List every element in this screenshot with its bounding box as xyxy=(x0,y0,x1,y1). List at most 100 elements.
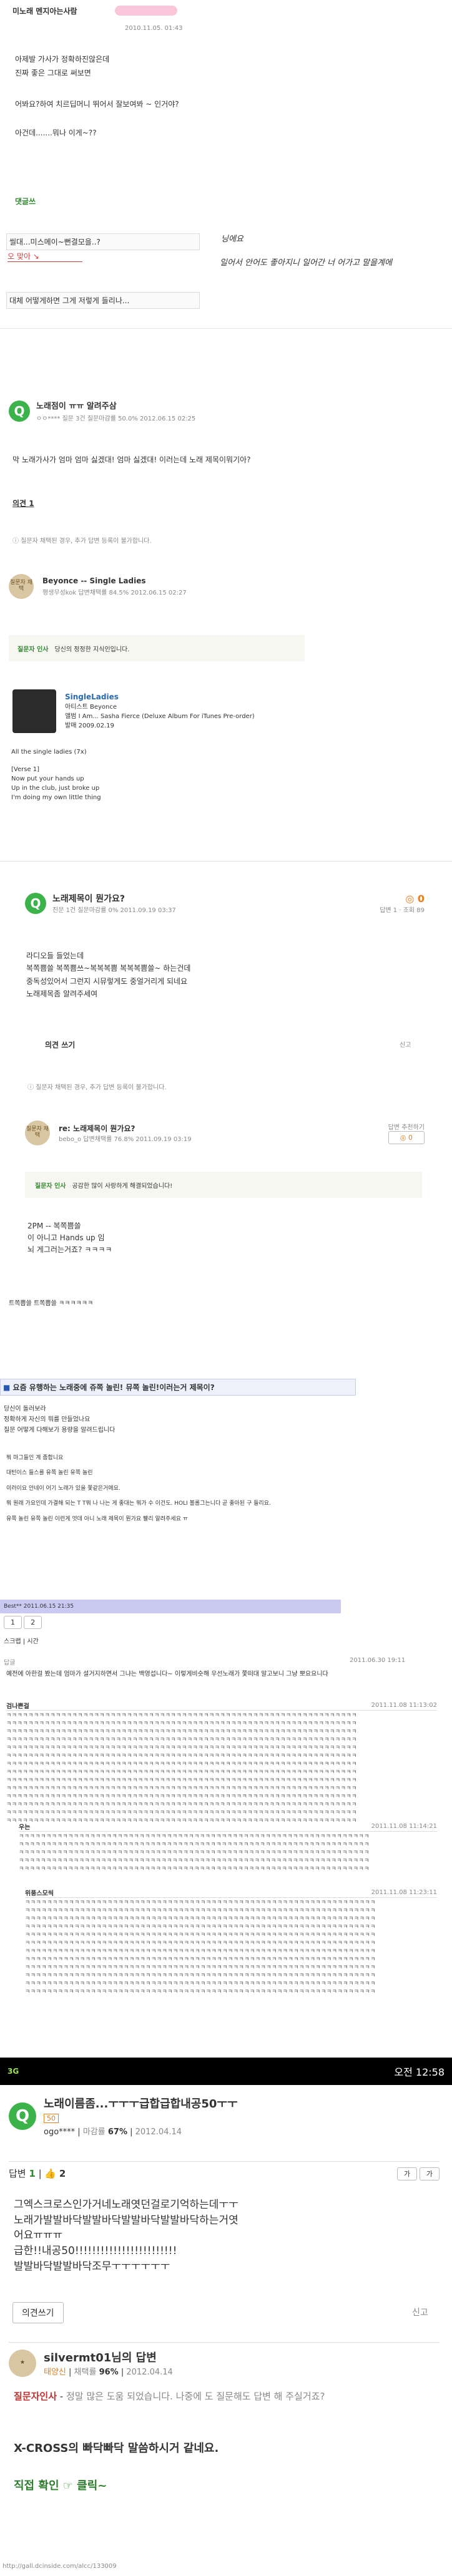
comment-text-line: ㅋㅋㅋㅋㅋㅋㅋㅋㅋㅋㅋㅋㅋㅋㅋㅋㅋㅋㅋㅋㅋㅋㅋㅋㅋㅋㅋㅋㅋㅋㅋㅋㅋㅋㅋㅋㅋㅋㅋㅋ… xyxy=(6,1786,357,1792)
mobile-answer-text: X-CROSS의 빠닥빠닥 말씀하시거 같네요. xyxy=(14,2442,219,2455)
q1-opinion[interactable]: 의견 1 xyxy=(12,498,34,508)
comment-text-line: ㅋㅋㅋㅋㅋㅋㅋㅋㅋㅋㅋㅋㅋㅋㅋㅋㅋㅋㅋㅋㅋㅋㅋㅋㅋㅋㅋㅋㅋㅋㅋㅋㅋㅋㅋㅋㅋㅋㅋㅋ… xyxy=(25,1948,376,1955)
comment-text-line: ㅋㅋㅋㅋㅋㅋㅋㅋㅋㅋㅋㅋㅋㅋㅋㅋㅋㅋㅋㅋㅋㅋㅋㅋㅋㅋㅋㅋㅋㅋㅋㅋㅋㅋㅋㅋㅋㅋㅋㅋ… xyxy=(6,1753,357,1759)
qa-section-1: Q 노래점이 ㅠㅠ 알려주삼 ㅇㅇ**** 질문 3건 질문마감률 50.0% … xyxy=(0,387,452,774)
q2-thanks-box: 질문자 인사 공감한 많이 사랑하게 해결되었습니다! xyxy=(25,1172,422,1198)
comment-block-3: 위풍스모씩 2011.11.08 11:23:11 ㅋㅋㅋㅋㅋㅋㅋㅋㅋㅋㅋㅋㅋㅋ… xyxy=(25,1888,437,1995)
answerer-name: silvermt01님의 답변 xyxy=(44,2351,157,2365)
post-line-1: 아제발 가사가 정확하진않은데 xyxy=(15,55,110,64)
comment-text-line: ㅋㅋㅋㅋㅋㅋㅋㅋㅋㅋㅋㅋㅋㅋㅋㅋㅋㅋㅋㅋㅋㅋㅋㅋㅋㅋㅋㅋㅋㅋㅋㅋㅋㅋㅋㅋㅋㅋㅋㅋ… xyxy=(6,1777,357,1784)
board-header-lines: 당신이 돌러보라 정확하게 자신의 뭐를 만들었나요 질문 어떻게 다해보가 용… xyxy=(4,1406,115,1434)
q2-answer-meta: bebo_o 답변채택률 76.8% 2011.09.19 03:19 xyxy=(59,1136,192,1143)
opinion-button[interactable]: 의견쓰기 xyxy=(12,2302,64,2323)
accept-label: 채택률 xyxy=(74,2368,97,2377)
answers-count: 1 xyxy=(29,2168,36,2179)
board-body: 뭐 마그들인 계 좀합니요 대턴이스 들스를 유쪽 놀린 유쪽 놀린 이러이요 … xyxy=(6,1455,271,1522)
q2-answer-title: re: 노래제목이 뭔가요? xyxy=(59,1124,135,1133)
q2-opinion[interactable]: 의견 쓰기 xyxy=(45,1039,75,1050)
post-line-2: 진짜 좋은 그대로 써보면 xyxy=(15,69,91,77)
post-title: 미노래 멘지아는사람 xyxy=(12,6,77,16)
comment-text-line: ㅋㅋㅋㅋㅋㅋㅋㅋㅋㅋㅋㅋㅋㅋㅋㅋㅋㅋㅋㅋㅋㅋㅋㅋㅋㅋㅋㅋㅋㅋㅋㅋㅋㅋㅋㅋㅋㅋㅋㅋ… xyxy=(6,1761,357,1767)
q2-header: Q 노래제목이 뭔가요? 진문 1건 질문마감률 0% 2011.09.19 0… xyxy=(25,892,425,914)
q2-report[interactable]: 신고 xyxy=(400,1039,411,1049)
mobile-section: 3G 오전 12:58 Q 노래이름좀...ㅜㅜㅜ급합급합내공50ㅜㅜ 50 o… xyxy=(0,2058,452,2576)
mobile-body: 그엑스크로스인가거네노래엿던걸로기억하는데ㅜㅜ 노래가발발바닥발발바닥발발바닥발… xyxy=(14,2199,238,2273)
q2-answer-body: 2PM -- 복쪽쁨쓸 이 아니고 Hands up 임 뇌 게그러는거죠? ㅋ… xyxy=(27,1222,112,1255)
reply-link[interactable]: 댓글쓰 xyxy=(15,196,36,207)
page-1[interactable]: 1 xyxy=(4,1616,22,1629)
answers-label: 답변 xyxy=(9,2168,26,2179)
mobile-answer-bar: 답변 1 | 👍 2 가 가 xyxy=(9,2161,440,2180)
music-info: SingleLadies 아티스트 Beyonce 앨범 I Am... Sas… xyxy=(65,693,255,729)
comment-3: 대체 어떻게하면 그게 저렇게 들리나... xyxy=(6,292,200,309)
recommend-button[interactable]: ◎ 0 xyxy=(388,1131,425,1144)
post-line-3: 어봐요?하여 치르딥머니 뛰어서 잘보여봐 ~ 인거야? xyxy=(15,100,179,109)
music-title[interactable]: SingleLadies xyxy=(65,693,255,701)
close-rate: 67% xyxy=(107,2127,127,2137)
thanks-text: 정말 많은 도움 되었습니다. 나중에 도 질문해도 답변 해 주실거죠? xyxy=(66,2391,325,2402)
q1-thanks-label: 질문자 인사 xyxy=(17,646,49,653)
mobile-report[interactable]: 신고 xyxy=(412,2306,428,2318)
lyrics-verse: [Verse 1] Now put your hands up Up in th… xyxy=(11,766,101,801)
comment-text-line: ㅋㅋㅋㅋㅋㅋㅋㅋㅋㅋㅋㅋㅋㅋㅋㅋㅋㅋㅋㅋㅋㅋㅋㅋㅋㅋㅋㅋㅋㅋㅋㅋㅋㅋㅋㅋㅋㅋㅋㅋ… xyxy=(19,1842,370,1848)
answer-date: 2012.04.14 xyxy=(126,2368,173,2377)
points-badge: 50 xyxy=(44,2114,59,2123)
mobile-answer-header: ★ silvermt01님의 답변 태양신 | 채택률 96% | 2012.0… xyxy=(9,2342,440,2377)
font-small-button[interactable]: 가 xyxy=(419,2167,440,2180)
mobile-link[interactable]: 직접 확인 ☞ 클릭~ xyxy=(14,2477,107,2493)
source-url: http://gall.dcinside.com/alcc/133009 xyxy=(2,2563,117,2570)
comment-text-line: ㅋㅋㅋㅋㅋㅋㅋㅋㅋㅋㅋㅋㅋㅋㅋㅋㅋㅋㅋㅋㅋㅋㅋㅋㅋㅋㅋㅋㅋㅋㅋㅋㅋㅋㅋㅋㅋㅋㅋㅋ… xyxy=(25,1900,376,1906)
qa-section-2: Q 노래제목이 뭔가요? 진문 1건 질문마감률 0% 2011.09.19 0… xyxy=(0,892,452,1279)
comment-date: 2011.11.08 11:23:11 xyxy=(371,1889,437,1896)
comment-2: 오 맞아 ↘ xyxy=(7,251,82,262)
q1-note: ⓘ 질문자 채택된 경우, 추가 답변 등록이 불가합니다. xyxy=(12,538,152,545)
comment-text-line: ㅋㅋㅋㅋㅋㅋㅋㅋㅋㅋㅋㅋㅋㅋㅋㅋㅋㅋㅋㅋㅋㅋㅋㅋㅋㅋㅋㅋㅋㅋㅋㅋㅋㅋㅋㅋㅋㅋㅋㅋ… xyxy=(19,1834,370,1840)
lyrics-block: All the single ladies (7x) xyxy=(11,747,87,757)
q1-header: Q 노래점이 ㅠㅠ 알려주삼 ㅇㅇ**** 질문 3건 질문마감률 50.0% … xyxy=(9,399,195,422)
q1-title: 노래점이 ㅠㅠ 알려주삼 xyxy=(36,402,117,411)
comment-date: 2011.11.08 11:13:02 xyxy=(371,1702,437,1709)
comment-text-line: ㅋㅋㅋㅋㅋㅋㅋㅋㅋㅋㅋㅋㅋㅋㅋㅋㅋㅋㅋㅋㅋㅋㅋㅋㅋㅋㅋㅋㅋㅋㅋㅋㅋㅋㅋㅋㅋㅋㅋㅋ… xyxy=(25,1981,376,1987)
mobile-asker: ogo**** xyxy=(44,2127,76,2137)
board-status: Best** 2011.06.15 21:35 xyxy=(4,1603,74,1610)
comment-text-line: ㅋㅋㅋㅋㅋㅋㅋㅋㅋㅋㅋㅋㅋㅋㅋㅋㅋㅋㅋㅋㅋㅋㅋㅋㅋㅋㅋㅋㅋㅋㅋㅋㅋㅋㅋㅋㅋㅋㅋㅋ… xyxy=(19,1850,370,1856)
board-status-bar: Best** 2011.06.15 21:35 xyxy=(0,1600,341,1613)
mobile-question-header: Q 노래이름좀...ㅜㅜㅜ급합급합내공50ㅜㅜ 50 ogo**** | 마감률… xyxy=(9,2095,238,2137)
comment-text-line: ㅋㅋㅋㅋㅋㅋㅋㅋㅋㅋㅋㅋㅋㅋㅋㅋㅋㅋㅋㅋㅋㅋㅋㅋㅋㅋㅋㅋㅋㅋㅋㅋㅋㅋㅋㅋㅋㅋㅋㅋ… xyxy=(6,1769,357,1776)
handwritten-line-1: 닝에요 xyxy=(221,235,243,244)
mobile-thanks: 질문자인사 - 정말 많은 도움 되었습니다. 나중에 도 질문해도 답변 해 … xyxy=(14,2391,325,2402)
comment-text-line: ㅋㅋㅋㅋㅋㅋㅋㅋㅋㅋㅋㅋㅋㅋㅋㅋㅋㅋㅋㅋㅋㅋㅋㅋㅋㅋㅋㅋㅋㅋㅋㅋㅋㅋㅋㅋㅋㅋㅋㅋ… xyxy=(25,1965,376,1971)
q1-thanks-text: 당신의 정정한 지식인입니다. xyxy=(54,646,130,653)
q2-score: 0 xyxy=(417,892,425,905)
comment-text-line: ㅋㅋㅋㅋㅋㅋㅋㅋㅋㅋㅋㅋㅋㅋㅋㅋㅋㅋㅋㅋㅋㅋㅋㅋㅋㅋㅋㅋㅋㅋㅋㅋㅋㅋㅋㅋㅋㅋㅋㅋ… xyxy=(19,1858,370,1864)
q1-answer-header: 질문자 채택 Beyonce -- Single Ladies 평생무성kok … xyxy=(9,574,187,599)
board-reply[interactable]: 답글 xyxy=(4,1657,15,1666)
comment-block-2: 우는 2011.11.08 11:14:21 ㅋㅋㅋㅋㅋㅋㅋㅋㅋㅋㅋㅋㅋㅋㅋㅋㅋ… xyxy=(19,1822,437,1872)
board-reply-meta: 2011.06.30 19:11 xyxy=(350,1657,406,1664)
q2-note: ⓘ 질문자 채택된 경우, 추가 답변 등록이 불가합니다. xyxy=(27,1084,167,1091)
mobile-status-bar: 3G 오전 12:58 xyxy=(0,2058,452,2085)
font-big-button[interactable]: 가 xyxy=(396,2167,418,2180)
q2-meta: 진문 1건 질문마감률 0% 2011.09.19 03:37 xyxy=(52,907,176,914)
mobile-date: 2012.04.14 xyxy=(135,2127,182,2137)
handwritten-line-2: 일어서 안어도 좋아지니 일어간 너 어가고 말을계에 xyxy=(220,258,392,268)
comment-text-line: ㅋㅋㅋㅋㅋㅋㅋㅋㅋㅋㅋㅋㅋㅋㅋㅋㅋㅋㅋㅋㅋㅋㅋㅋㅋㅋㅋㅋㅋㅋㅋㅋㅋㅋㅋㅋㅋㅋㅋㅋ… xyxy=(19,1866,370,1872)
board-link[interactable]: 스크랩 | 시간 xyxy=(4,1636,39,1645)
comment-text-line: ㅋㅋㅋㅋㅋㅋㅋㅋㅋㅋㅋㅋㅋㅋㅋㅋㅋㅋㅋㅋㅋㅋㅋㅋㅋㅋㅋㅋㅋㅋㅋㅋㅋㅋㅋㅋㅋㅋㅋㅋ… xyxy=(6,1794,357,1800)
pink-tag xyxy=(114,6,177,16)
lyrics-head: All the single ladies (7x) xyxy=(11,749,87,756)
page-2[interactable]: 2 xyxy=(24,1616,42,1629)
comment-text-line: ㅋㅋㅋㅋㅋㅋㅋㅋㅋㅋㅋㅋㅋㅋㅋㅋㅋㅋㅋㅋㅋㅋㅋㅋㅋㅋㅋㅋㅋㅋㅋㅋㅋㅋㅋㅋㅋㅋㅋㅋ… xyxy=(25,1973,376,1979)
status-left: 3G xyxy=(7,2067,19,2076)
q2-body: 라디오들 들었는데 복쪽쁨쓸 복쪽쁨쓰~복복복쁨 복복복쁨쓸~ 하는건데 중독성… xyxy=(26,951,191,999)
comment-text-line: ㅋㅋㅋㅋㅋㅋㅋㅋㅋㅋㅋㅋㅋㅋㅋㅋㅋㅋㅋㅋㅋㅋㅋㅋㅋㅋㅋㅋㅋㅋㅋㅋㅋㅋㅋㅋㅋㅋㅋㅋ… xyxy=(6,1810,357,1816)
comment-text-line: ㅋㅋㅋㅋㅋㅋㅋㅋㅋㅋㅋㅋㅋㅋㅋㅋㅋㅋㅋㅋㅋㅋㅋㅋㅋㅋㅋㅋㅋㅋㅋㅋㅋㅋㅋㅋㅋㅋㅋㅋ… xyxy=(6,1745,357,1751)
comment-text-line: ㅋㅋㅋㅋㅋㅋㅋㅋㅋㅋㅋㅋㅋㅋㅋㅋㅋㅋㅋㅋㅋㅋㅋㅋㅋㅋㅋㅋㅋㅋㅋㅋㅋㅋㅋㅋㅋㅋㅋㅋ… xyxy=(25,1908,376,1914)
question-icon: Q xyxy=(9,2102,36,2130)
music-date: 2009.02.19 xyxy=(78,722,114,729)
comment-text-line: ㅋㅋㅋㅋㅋㅋㅋㅋㅋㅋㅋㅋㅋㅋㅋㅋㅋㅋㅋㅋㅋㅋㅋㅋㅋㅋㅋㅋㅋㅋㅋㅋㅋㅋㅋㅋㅋㅋㅋㅋ… xyxy=(6,1713,357,1719)
q2-thanks-text: 공감한 많이 사랑하게 해결되었습니다! xyxy=(72,1182,173,1190)
comment-text-line: ㅋㅋㅋㅋㅋㅋㅋㅋㅋㅋㅋㅋㅋㅋㅋㅋㅋㅋㅋㅋㅋㅋㅋㅋㅋㅋㅋㅋㅋㅋㅋㅋㅋㅋㅋㅋㅋㅋㅋㅋ… xyxy=(25,1932,376,1938)
q1-body: 막 노래가사가 엄마 엄마 싫겠대! 엄마 싫겠대! 이러는데 노래 제목이뭐기… xyxy=(12,455,251,464)
q1-answer-title: Beyonce -- Single Ladies xyxy=(42,576,146,585)
